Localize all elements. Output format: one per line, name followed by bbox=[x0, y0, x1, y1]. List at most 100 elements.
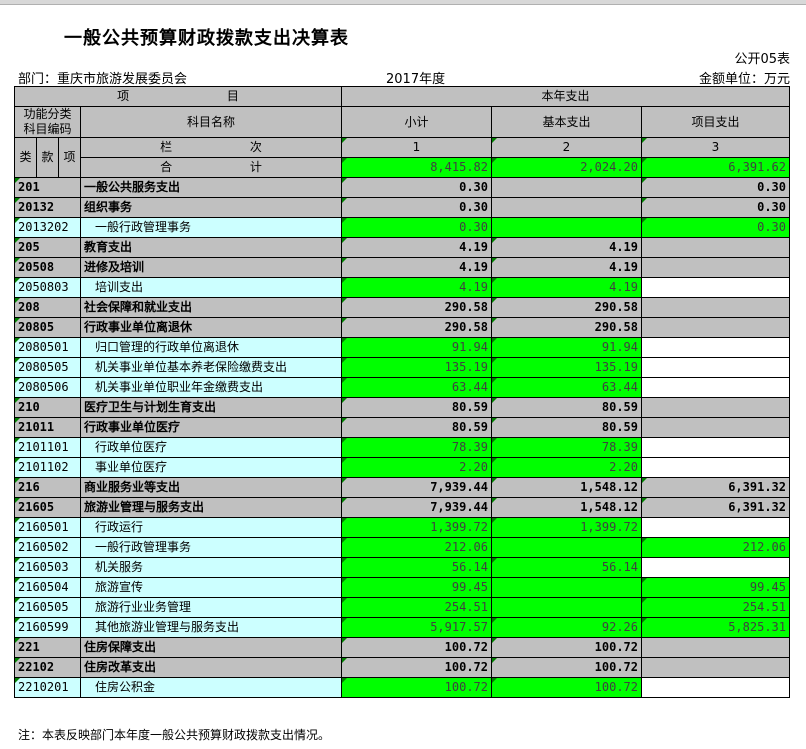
row-code[interactable]: 205 bbox=[14, 237, 81, 258]
row-name[interactable]: 机关事业单位职业年金缴费支出 bbox=[80, 377, 342, 398]
row-basic[interactable]: 4.19 bbox=[491, 237, 642, 258]
row-code[interactable]: 2050803 bbox=[14, 277, 81, 298]
row-code[interactable]: 210 bbox=[14, 397, 81, 418]
row-name[interactable]: 一般行政管理事务 bbox=[80, 537, 342, 558]
row-subtotal[interactable]: 99.45 bbox=[341, 577, 492, 598]
row-project[interactable] bbox=[641, 357, 790, 378]
row-project[interactable] bbox=[641, 337, 790, 358]
row-basic[interactable]: 56.14 bbox=[491, 557, 642, 578]
row-code[interactable]: 2160503 bbox=[14, 557, 81, 578]
row-basic[interactable]: 100.72 bbox=[491, 657, 642, 678]
row-project[interactable] bbox=[641, 277, 790, 298]
row-basic[interactable]: 135.19 bbox=[491, 357, 642, 378]
row-project[interactable] bbox=[641, 557, 790, 578]
row-basic[interactable]: 290.58 bbox=[491, 317, 642, 338]
row-subtotal[interactable]: 254.51 bbox=[341, 597, 492, 618]
row-project[interactable]: 254.51 bbox=[641, 597, 790, 618]
row-code[interactable]: 2101101 bbox=[14, 437, 81, 458]
row-project[interactable] bbox=[641, 457, 790, 478]
row-subtotal[interactable]: 290.58 bbox=[341, 317, 492, 338]
row-basic[interactable]: 1,548.12 bbox=[491, 497, 642, 518]
row-project[interactable] bbox=[641, 257, 790, 278]
row-subtotal[interactable]: 4.19 bbox=[341, 237, 492, 258]
row-project[interactable] bbox=[641, 237, 790, 258]
row-project[interactable]: 0.30 bbox=[641, 217, 790, 238]
row-basic[interactable] bbox=[491, 177, 642, 198]
row-subtotal[interactable]: 78.39 bbox=[341, 437, 492, 458]
row-name[interactable]: 商业服务业等支出 bbox=[80, 477, 342, 498]
row-project[interactable]: 0.30 bbox=[641, 197, 790, 218]
row-project[interactable]: 6,391.32 bbox=[641, 477, 790, 498]
total-subtotal[interactable]: 8,415.82 bbox=[341, 157, 492, 178]
row-subtotal[interactable]: 212.06 bbox=[341, 537, 492, 558]
row-code[interactable]: 2080505 bbox=[14, 357, 81, 378]
row-project[interactable] bbox=[641, 437, 790, 458]
row-basic[interactable] bbox=[491, 537, 642, 558]
total-basic[interactable]: 2,024.20 bbox=[491, 157, 642, 178]
row-name[interactable]: 旅游宣传 bbox=[80, 577, 342, 598]
row-code[interactable]: 2080501 bbox=[14, 337, 81, 358]
row-project[interactable] bbox=[641, 637, 790, 658]
row-project[interactable] bbox=[641, 677, 790, 698]
row-code[interactable]: 2160502 bbox=[14, 537, 81, 558]
row-code[interactable]: 2160501 bbox=[14, 517, 81, 538]
row-code[interactable]: 201 bbox=[14, 177, 81, 198]
row-basic[interactable]: 100.72 bbox=[491, 637, 642, 658]
row-subtotal[interactable]: 80.59 bbox=[341, 397, 492, 418]
row-basic[interactable]: 1,548.12 bbox=[491, 477, 642, 498]
row-subtotal[interactable]: 63.44 bbox=[341, 377, 492, 398]
row-subtotal[interactable]: 7,939.44 bbox=[341, 497, 492, 518]
row-basic[interactable]: 92.26 bbox=[491, 617, 642, 638]
row-name[interactable]: 机关服务 bbox=[80, 557, 342, 578]
row-project[interactable] bbox=[641, 397, 790, 418]
row-basic[interactable]: 80.59 bbox=[491, 417, 642, 438]
row-subtotal[interactable]: 7,939.44 bbox=[341, 477, 492, 498]
row-name[interactable]: 其他旅游业管理与服务支出 bbox=[80, 617, 342, 638]
row-name[interactable]: 进修及培训 bbox=[80, 257, 342, 278]
row-code[interactable]: 22102 bbox=[14, 657, 81, 678]
row-basic[interactable]: 4.19 bbox=[491, 257, 642, 278]
row-basic[interactable]: 63.44 bbox=[491, 377, 642, 398]
row-basic[interactable] bbox=[491, 577, 642, 598]
row-subtotal[interactable]: 0.30 bbox=[341, 197, 492, 218]
row-basic[interactable] bbox=[491, 217, 642, 238]
row-basic[interactable]: 91.94 bbox=[491, 337, 642, 358]
row-code[interactable]: 2013202 bbox=[14, 217, 81, 238]
row-subtotal[interactable]: 0.30 bbox=[341, 177, 492, 198]
row-basic[interactable]: 80.59 bbox=[491, 397, 642, 418]
row-basic[interactable] bbox=[491, 197, 642, 218]
row-project[interactable] bbox=[641, 517, 790, 538]
row-project[interactable]: 6,391.32 bbox=[641, 497, 790, 518]
row-code[interactable]: 2080506 bbox=[14, 377, 81, 398]
row-name[interactable]: 旅游行业业务管理 bbox=[80, 597, 342, 618]
row-name[interactable]: 组织事务 bbox=[80, 197, 342, 218]
row-code[interactable]: 2101102 bbox=[14, 457, 81, 478]
row-name[interactable]: 住房公积金 bbox=[80, 677, 342, 698]
row-basic[interactable]: 4.19 bbox=[491, 277, 642, 298]
row-code[interactable]: 21605 bbox=[14, 497, 81, 518]
row-name[interactable]: 住房保障支出 bbox=[80, 637, 342, 658]
row-name[interactable]: 行政运行 bbox=[80, 517, 342, 538]
row-code[interactable]: 2160505 bbox=[14, 597, 81, 618]
row-project[interactable] bbox=[641, 317, 790, 338]
row-name[interactable]: 机关事业单位基本养老保险缴费支出 bbox=[80, 357, 342, 378]
row-name[interactable]: 一般行政管理事务 bbox=[80, 217, 342, 238]
row-name[interactable]: 医疗卫生与计划生育支出 bbox=[80, 397, 342, 418]
row-code[interactable]: 20508 bbox=[14, 257, 81, 278]
total-project[interactable]: 6,391.62 bbox=[641, 157, 790, 178]
row-subtotal[interactable]: 135.19 bbox=[341, 357, 492, 378]
row-name[interactable]: 旅游业管理与服务支出 bbox=[80, 497, 342, 518]
row-subtotal[interactable]: 290.58 bbox=[341, 297, 492, 318]
row-subtotal[interactable]: 56.14 bbox=[341, 557, 492, 578]
row-subtotal[interactable]: 4.19 bbox=[341, 257, 492, 278]
row-name[interactable]: 事业单位医疗 bbox=[80, 457, 342, 478]
row-code[interactable]: 216 bbox=[14, 477, 81, 498]
row-basic[interactable]: 1,399.72 bbox=[491, 517, 642, 538]
row-project[interactable]: 0.30 bbox=[641, 177, 790, 198]
row-subtotal[interactable]: 80.59 bbox=[341, 417, 492, 438]
row-project[interactable] bbox=[641, 297, 790, 318]
row-name[interactable]: 一般公共服务支出 bbox=[80, 177, 342, 198]
row-basic[interactable] bbox=[491, 597, 642, 618]
row-project[interactable] bbox=[641, 377, 790, 398]
row-code[interactable]: 208 bbox=[14, 297, 81, 318]
